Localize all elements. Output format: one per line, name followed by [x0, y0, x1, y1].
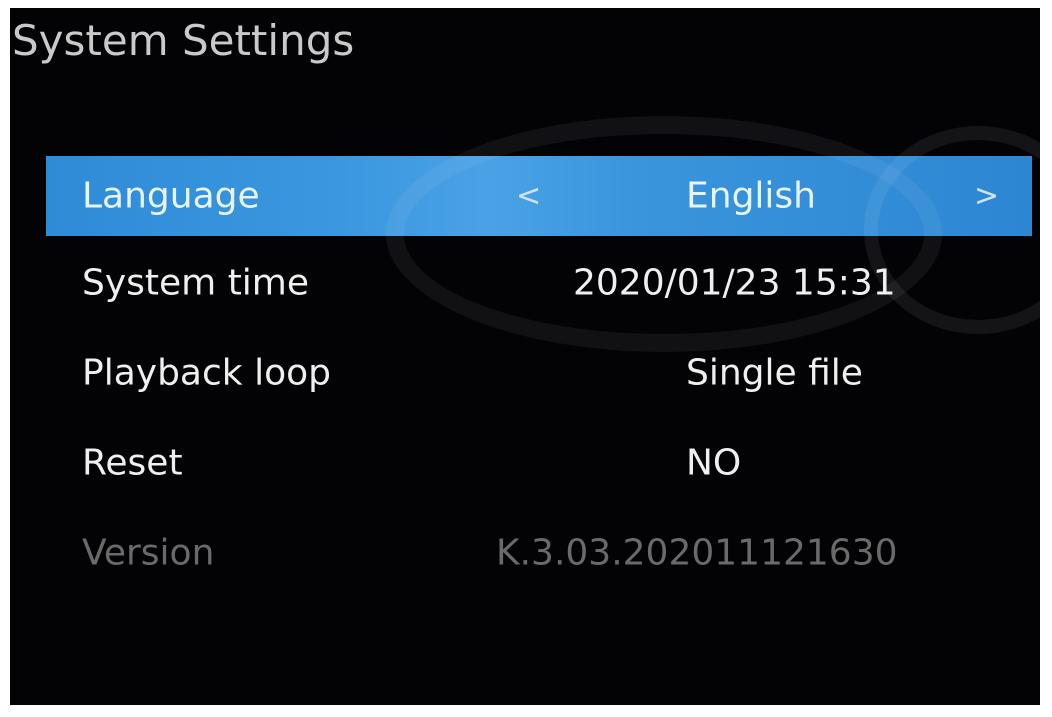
menu-item-label: System time: [82, 262, 310, 304]
settings-screen: System Settings Language < English > Sys…: [10, 8, 1040, 705]
language-value: English: [686, 175, 816, 217]
menu-item-label: Version: [82, 532, 215, 574]
menu-item-system-time[interactable]: System time 2020/01/23 15:31: [46, 238, 1032, 328]
menu-item-playback-loop[interactable]: Playback loop Single file: [46, 328, 1032, 418]
menu-item-label: Reset: [82, 442, 183, 484]
menu-item-label: Language: [82, 175, 260, 217]
menu-item-version: Version K.3.03.202011121630: [46, 508, 1032, 598]
menu-item-language[interactable]: Language < English >: [46, 116, 1040, 352]
settings-menu: Language < English > System time 2020/01…: [46, 116, 1040, 598]
menu-item-label: Playback loop: [82, 352, 331, 394]
menu-item-reset[interactable]: Reset NO: [46, 418, 1032, 508]
chevron-right-icon[interactable]: >: [974, 179, 999, 214]
playback-loop-value: Single file: [686, 352, 863, 394]
page-title: System Settings: [12, 16, 355, 65]
chevron-left-icon[interactable]: <: [516, 179, 541, 214]
version-value: K.3.03.202011121630: [496, 532, 898, 574]
reset-value: NO: [686, 442, 742, 484]
system-time-value: 2020/01/23 15:31: [573, 262, 896, 304]
